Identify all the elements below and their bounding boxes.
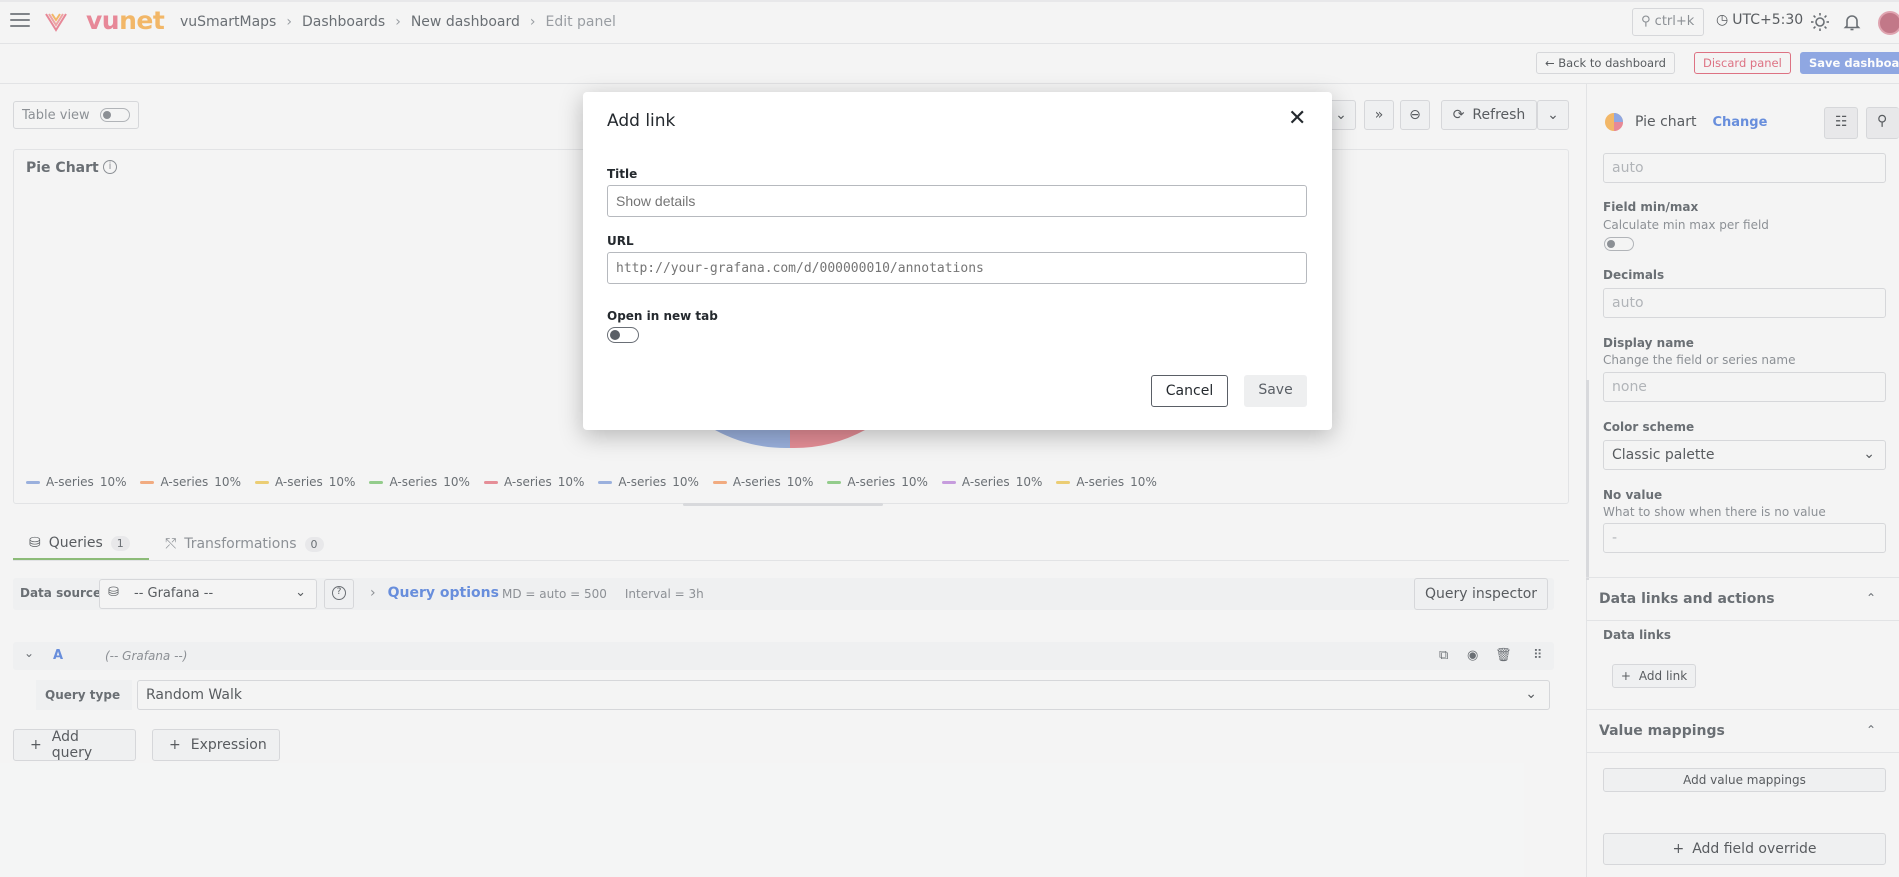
save-button[interactable]: Save (1244, 375, 1307, 407)
url-field-label: URL (607, 234, 634, 248)
link-url-input[interactable] (607, 252, 1307, 284)
modal-title: Add link (607, 111, 676, 131)
open-new-tab-label: Open in new tab (607, 309, 718, 323)
open-new-tab-toggle[interactable] (607, 327, 639, 343)
title-field-label: Title (607, 167, 638, 181)
link-title-input[interactable] (607, 185, 1307, 217)
close-icon[interactable]: ✕ (1288, 108, 1306, 130)
cancel-button[interactable]: Cancel (1151, 375, 1228, 407)
